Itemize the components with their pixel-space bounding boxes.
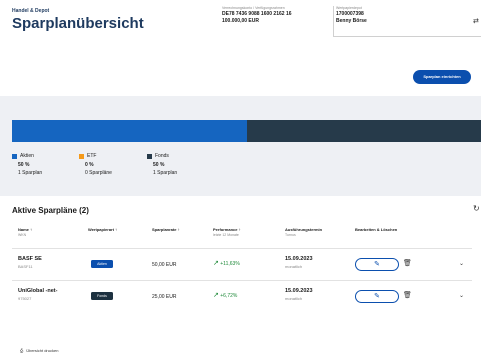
printer-icon: ⎙ [20, 348, 24, 353]
column-title: Wertpapierart ↑ [88, 227, 118, 232]
plan-name[interactable]: UniGlobal -net- [18, 288, 57, 294]
column-title: Performance ↑ [213, 227, 241, 232]
switch-depot-icon[interactable]: ⇄ [473, 17, 479, 25]
column-header-type[interactable]: Wertpapierart ↑ [88, 227, 117, 232]
column-title: Sparplanrate ↑ [152, 227, 180, 232]
legend-percent: 0 % [85, 162, 94, 168]
performance: ↗ +6,72% [213, 291, 237, 299]
frequency: monatlich [285, 264, 303, 269]
pencil-icon: ✎ [374, 293, 380, 300]
legend-etf: ETF 0 % 0 Sparpläne [79, 153, 112, 176]
legend-percent: 50 % [153, 162, 165, 168]
trash-icon[interactable]: 🗑 [403, 291, 412, 299]
plan-wkn: BASF11 [18, 264, 33, 269]
column-title: Ausführungstermin [285, 227, 323, 232]
column-header-date: Ausführungstermin Turnus [285, 227, 322, 237]
type-badge: Fonds [91, 292, 113, 300]
depot-divider [333, 6, 334, 36]
column-title: Bearbeiten & Löschen [355, 227, 398, 232]
plan-rate: 25,00 EUR [152, 294, 177, 300]
account-amount: 100.000,00 EUR [222, 18, 259, 24]
chevron-down-icon[interactable]: ⌄ [459, 292, 464, 299]
allocation-bar-aktien [12, 120, 247, 142]
plan-name[interactable]: BASF SE [18, 256, 42, 262]
create-savings-plan-button[interactable]: Sparplan einrichten [413, 70, 471, 84]
legend-label: ETF [87, 153, 97, 159]
depot-owner: Benny Börse [336, 18, 367, 24]
plan-wkn: 975027 [18, 296, 32, 301]
settlement-account-info: Verrechnungskonto / Verfügungsrahmen DE7… [222, 6, 292, 24]
trend-up-icon: ↗ [213, 260, 219, 267]
depot-label: Wertpapierdepot [336, 6, 362, 10]
column-header-rate[interactable]: Sparplanrate ↑ [152, 227, 180, 232]
table-row[interactable]: BASF SE BASF11 Aktien 50,00 EUR ↗ +11,63… [12, 248, 472, 280]
trash-icon[interactable]: 🗑 [403, 259, 412, 267]
active-plans-title: Aktive Sparpläne (2) [12, 206, 89, 215]
legend-count: 0 Sparpläne [85, 170, 112, 176]
trend-up-icon: ↗ [213, 292, 219, 299]
account-label: Verrechnungskonto / Verfügungsrahmen [222, 6, 285, 10]
allocation-bar [12, 120, 481, 142]
pencil-icon: ✎ [374, 261, 380, 268]
execution-date: 15.09.2023 [285, 288, 313, 294]
edit-button[interactable]: ✎ [355, 258, 399, 271]
plan-name-cell: UniGlobal -net- 975027 [18, 288, 57, 301]
account-iban: DE78 7436 9088 1600 2162 16 [222, 11, 292, 17]
legend-percent: 50 % [18, 162, 30, 168]
depot-number: 1700007398 [336, 11, 364, 17]
refresh-icon[interactable]: ↻ [473, 204, 480, 213]
depot-underline [333, 36, 481, 37]
breadcrumb[interactable]: Handel & Depot [12, 8, 49, 14]
table-row[interactable]: UniGlobal -net- 975027 Fonds 25,00 EUR ↗… [12, 280, 472, 312]
plan-rate: 50,00 EUR [152, 262, 177, 268]
frequency: monatlich [285, 296, 303, 301]
performance-value: +11,63% [220, 261, 240, 267]
fonds-swatch [147, 153, 152, 159]
execution-date: 15.09.2023 [285, 256, 313, 262]
page-header: Handel & Depot Sparplanübersicht Verrech… [0, 0, 481, 50]
legend-fonds: Fonds 50 % 1 Sparplan [147, 153, 177, 176]
column-header-name[interactable]: Name ↑ WKN [18, 227, 32, 237]
print-overview-link[interactable]: ⎙ Übersicht drucken [20, 348, 58, 353]
allocation-summary-panel [0, 96, 481, 196]
execution-date-cell: 15.09.2023 monatlich [285, 288, 313, 301]
legend-label: Fonds [155, 153, 169, 159]
depot-selector[interactable]: Wertpapierdepot 1700007398 Benny Börse [336, 6, 367, 24]
allocation-bar-fonds [246, 120, 481, 142]
etf-swatch [79, 153, 84, 159]
column-subtitle: letzte 12 Monate [213, 233, 239, 237]
execution-date-cell: 15.09.2023 monatlich [285, 256, 313, 269]
edit-button[interactable]: ✎ [355, 290, 399, 303]
performance: ↗ +11,63% [213, 259, 240, 267]
column-subtitle: WKN [18, 233, 27, 237]
legend-count: 1 Sparplan [153, 170, 178, 176]
legend-label: Aktien [20, 153, 34, 159]
aktien-swatch [12, 153, 17, 159]
legend-aktien: Aktien 50 % 1 Sparplan [12, 153, 42, 176]
column-title: Name ↑ [18, 227, 33, 232]
type-badge: Aktien [91, 260, 113, 268]
account-iban-bold: 1600 2162 16 [260, 11, 292, 17]
page-title: Sparplanübersicht [12, 15, 144, 32]
chevron-down-icon[interactable]: ⌄ [459, 260, 464, 267]
performance-value: +6,72% [220, 293, 238, 299]
legend-count: 1 Sparplan [18, 170, 43, 176]
column-header-actions: Bearbeiten & Löschen [355, 227, 397, 232]
column-subtitle: Turnus [285, 233, 296, 237]
print-label: Übersicht drucken [26, 348, 59, 353]
column-header-performance[interactable]: Performance ↑ letzte 12 Monate [213, 227, 241, 237]
account-iban-prefix: DE78 7436 9088 [222, 11, 261, 17]
plan-name-cell: BASF SE BASF11 [18, 256, 42, 269]
